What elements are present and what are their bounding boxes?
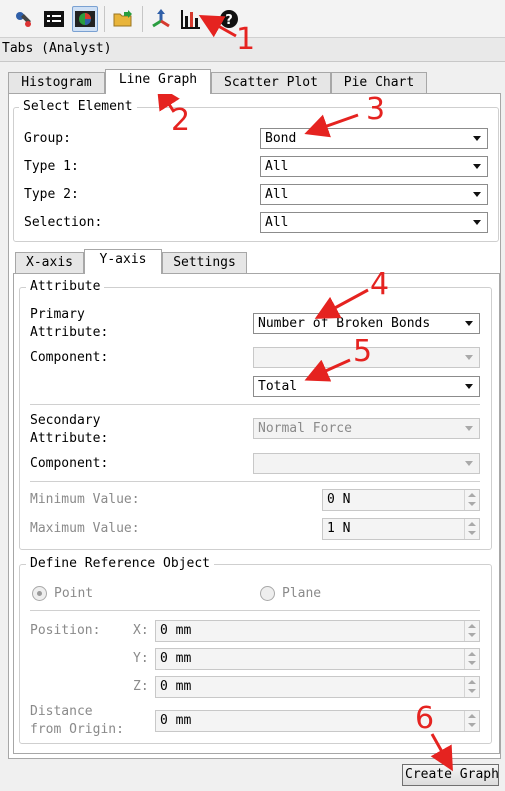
chevron-down-icon bbox=[465, 321, 473, 326]
secondary-attribute-select[interactable]: Normal Force bbox=[253, 418, 480, 439]
chevron-down-icon bbox=[465, 355, 473, 360]
chevron-down-icon bbox=[473, 220, 481, 225]
point-label: Point bbox=[54, 586, 94, 601]
minimum-value-input[interactable]: 0 N bbox=[322, 489, 480, 511]
y-label: Y: bbox=[133, 651, 149, 666]
group-label: Group: bbox=[24, 131, 71, 146]
type2-select[interactable]: All bbox=[260, 184, 488, 205]
secondary-attribute-label-1: Secondary bbox=[30, 413, 101, 428]
secondary-component-label: Component: bbox=[30, 456, 109, 471]
component-label: Component: bbox=[30, 350, 109, 365]
type1-label: Type 1: bbox=[24, 159, 79, 174]
reference-object-title: Define Reference Object bbox=[26, 556, 215, 572]
svg-text:?: ? bbox=[225, 13, 233, 28]
secondary-component-select[interactable] bbox=[253, 453, 480, 474]
plane-radio[interactable] bbox=[260, 586, 275, 601]
distance-label-2: from Origin: bbox=[30, 722, 124, 737]
chevron-down-icon bbox=[473, 136, 481, 141]
tab-scatter-plot[interactable]: Scatter Plot bbox=[211, 72, 331, 94]
create-graph-button[interactable]: Create Graph bbox=[402, 764, 499, 786]
tab-histogram[interactable]: Histogram bbox=[8, 72, 105, 94]
chevron-down-icon bbox=[473, 164, 481, 169]
z-label: Z: bbox=[133, 679, 149, 694]
point-radio[interactable] bbox=[32, 586, 47, 601]
tools-icon[interactable] bbox=[10, 6, 36, 32]
chevron-down-icon bbox=[465, 461, 473, 466]
tab-y-axis[interactable]: Y-axis bbox=[84, 249, 162, 274]
list-view-icon[interactable] bbox=[41, 6, 67, 32]
annotation-4: 4 bbox=[370, 267, 390, 302]
tab-pie-chart[interactable]: Pie Chart bbox=[331, 72, 427, 94]
chevron-down-icon bbox=[473, 192, 481, 197]
divider bbox=[30, 610, 480, 611]
y-position-input[interactable]: 0 mm bbox=[155, 648, 480, 670]
type1-select[interactable]: All bbox=[260, 156, 488, 177]
selection-label: Selection: bbox=[24, 215, 103, 230]
maximum-value-input[interactable]: 1 N bbox=[322, 518, 480, 540]
secondary-attribute-label-2: Attribute: bbox=[30, 431, 109, 446]
pie-chart-view-icon[interactable] bbox=[72, 6, 98, 32]
bar-chart-icon[interactable] bbox=[178, 6, 204, 32]
z-position-input[interactable]: 0 mm bbox=[155, 676, 480, 698]
divider bbox=[30, 404, 480, 405]
distance-label-1: Distance bbox=[30, 704, 93, 719]
primary-attribute-label-2: Attribute: bbox=[30, 325, 109, 340]
tab-line-graph[interactable]: Line Graph bbox=[105, 69, 211, 94]
annotation-2: 2 bbox=[171, 103, 191, 138]
open-folder-icon[interactable] bbox=[110, 6, 136, 32]
component-total-select[interactable]: Total bbox=[253, 376, 480, 397]
position-label: Position: bbox=[30, 623, 101, 638]
divider bbox=[30, 481, 480, 482]
annotation-3: 3 bbox=[366, 92, 386, 127]
tab-settings[interactable]: Settings bbox=[162, 252, 247, 274]
maximum-value-label: Maximum Value: bbox=[30, 521, 140, 536]
chevron-down-icon bbox=[465, 426, 473, 431]
select-element-title: Select Element bbox=[19, 99, 137, 115]
primary-attribute-label-1: Primary bbox=[30, 307, 85, 322]
annotation-5: 5 bbox=[353, 334, 373, 369]
chevron-down-icon bbox=[465, 384, 473, 389]
selection-select[interactable]: All bbox=[260, 212, 488, 233]
minimum-value-label: Minimum Value: bbox=[30, 492, 140, 507]
tab-x-axis[interactable]: X-axis bbox=[15, 252, 84, 274]
x-position-input[interactable]: 0 mm bbox=[155, 620, 480, 642]
annotation-6: 6 bbox=[415, 701, 435, 736]
plane-label: Plane bbox=[282, 586, 322, 601]
x-label: X: bbox=[133, 623, 149, 638]
group-select[interactable]: Bond bbox=[260, 128, 488, 149]
axes-icon[interactable] bbox=[148, 6, 174, 32]
type2-label: Type 2: bbox=[24, 187, 79, 202]
attribute-title: Attribute bbox=[26, 279, 105, 295]
annotation-1: 1 bbox=[236, 22, 256, 57]
primary-attribute-select[interactable]: Number of Broken Bonds bbox=[253, 313, 480, 334]
